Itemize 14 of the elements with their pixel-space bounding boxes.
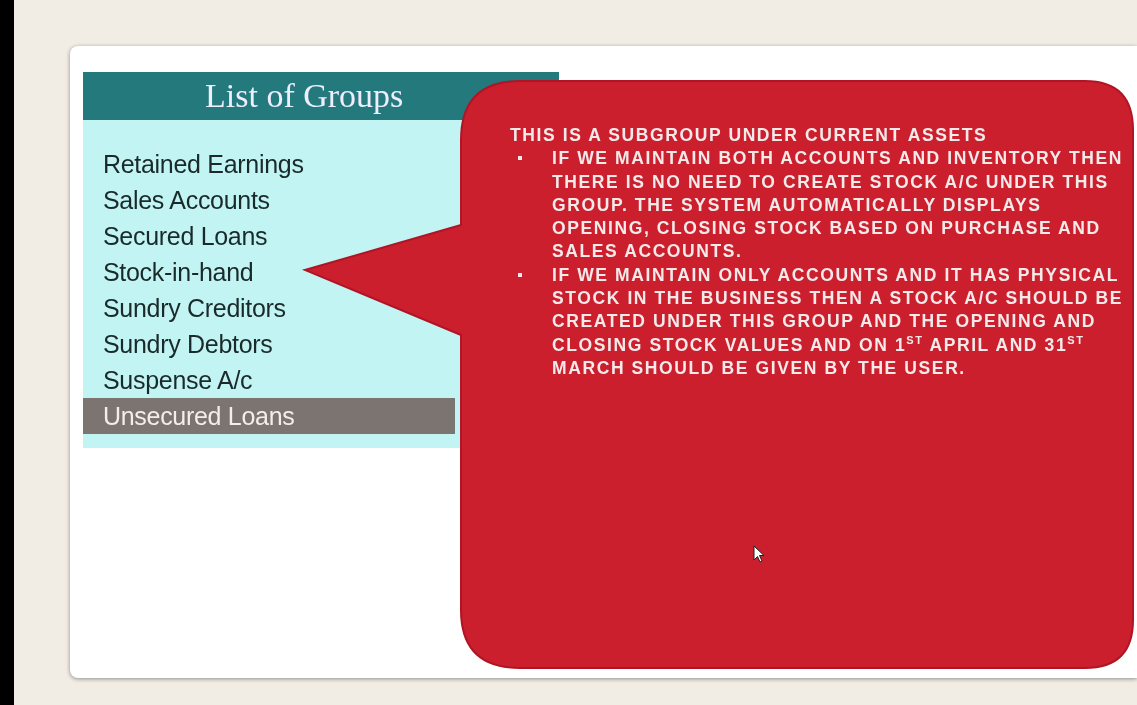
mouse-pointer-icon: [753, 545, 765, 563]
group-list-item[interactable]: Suspense A/c: [83, 362, 253, 398]
group-list-item[interactable]: Secured Loans: [83, 218, 268, 254]
group-list-item[interactable]: Retained Earnings: [83, 146, 304, 182]
group-list-item[interactable]: Sales Accounts: [83, 182, 270, 218]
callout-bullet-text: IF WE MAINTAIN BOTH ACCOUNTS AND INVENTORY THEN THERE IS NO NEED TO CREATE STOCK A/C UNDER THIS GROUP. THE SYSTEM AUTOMATICALLY DISPLAYS OPENING, CLOSING STOCK BASED ON PURCHASE AND SALES ACCOUNTS.: [552, 147, 1125, 264]
group-list-item[interactable]: Stock-in-hand: [83, 254, 254, 290]
group-list-item[interactable]: Unsecured Loans: [83, 398, 455, 434]
callout-bullet-text: IF WE MAINTAIN ONLY ACCOUNTS AND IT HAS PHYSICAL STOCK IN THE BUSINESS THEN A STOCK A/C SHOULD BE CREATED UNDER THIS GROUP AND THE OPENING AND CLOSING STOCK VALUES AND ON 1$^{ST}$ APRIL AND 31$^{ST}$ MARCH SHOULD BE GIVEN BY THE USER.: [552, 263, 1125, 381]
group-list-item[interactable]: Sundry Debtors: [83, 326, 273, 362]
group-list-item[interactable]: Sundry Creditors: [83, 290, 286, 326]
bullet-icon: [518, 156, 522, 161]
callout-heading: THIS IS A SUBGROUP UNDER CURRENT ASSETS: [510, 124, 989, 147]
bullet-icon: [518, 272, 522, 277]
